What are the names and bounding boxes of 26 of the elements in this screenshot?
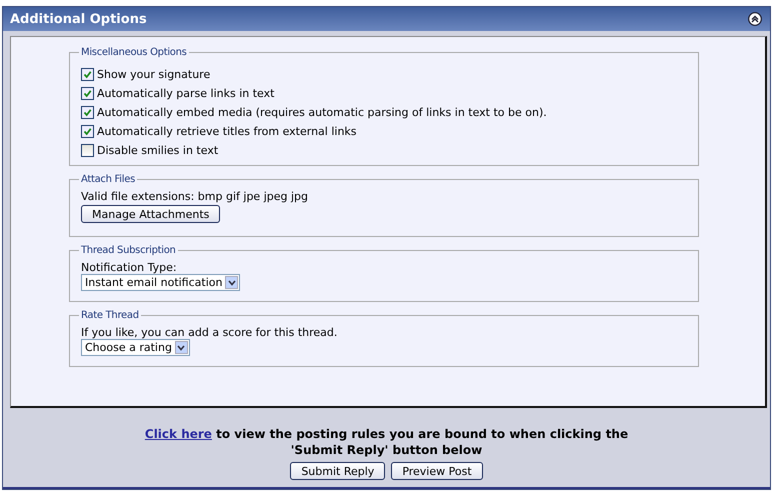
- rules-link[interactable]: Click here: [144, 427, 212, 441]
- option-label: Disable smilies in text: [97, 144, 218, 156]
- collapse-icon[interactable]: [748, 12, 762, 26]
- form-button[interactable]: Preview Post: [391, 462, 483, 480]
- checkbox[interactable]: [81, 124, 94, 138]
- group-legend: Miscellaneous Options: [79, 47, 189, 58]
- checkbox[interactable]: [81, 144, 94, 156]
- panel-title: Additional Options: [10, 12, 147, 26]
- form-button[interactable]: Submit Reply: [290, 462, 386, 480]
- field-label: Notification Type:: [81, 261, 178, 274]
- rating-prompt: If you like, you can add a score for this thread.: [81, 326, 338, 339]
- notification-select[interactable]: Instant email notification: [81, 274, 240, 291]
- option-label: Automatically parse links in text: [97, 86, 274, 100]
- group-legend: Rate Thread: [79, 310, 141, 321]
- rating-select[interactable]: Choose a rating: [81, 339, 190, 356]
- manage-attachments-button[interactable]: Manage Attachments: [81, 205, 220, 223]
- checkbox[interactable]: [81, 86, 94, 100]
- group-legend: Attach Files: [79, 174, 137, 185]
- checkbox[interactable]: [81, 68, 94, 80]
- option-label: Automatically retrieve titles from external links: [97, 124, 357, 138]
- option-label: Show your signature: [97, 68, 210, 80]
- option-label: Automatically embed media (requires automatic parsing of links in text to be on).: [97, 106, 547, 118]
- group-legend: Thread Subscription: [79, 245, 178, 256]
- checkbox[interactable]: [81, 106, 94, 118]
- extensions-text: Valid file extensions: bmp gif jpe jpeg jpg: [81, 190, 310, 203]
- posting-rules-note: Click here to view the posting rules you are bound to when clicking the 'Submit Reply' button below: [144, 426, 630, 458]
